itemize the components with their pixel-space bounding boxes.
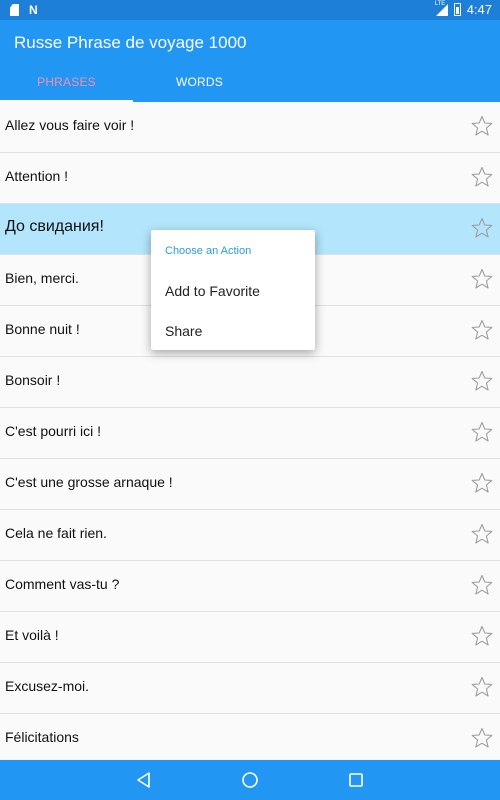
phrase-row[interactable]: Et voilà ! xyxy=(0,612,500,663)
phrase-text: C'est pourri ici ! xyxy=(5,423,102,439)
network-type-label: LTE xyxy=(434,0,446,7)
phrase-row[interactable]: Excusez-moi. xyxy=(0,663,500,714)
context-menu-title: Choose an Action xyxy=(165,245,252,257)
n-notification-icon: N xyxy=(29,3,38,17)
phrase-row[interactable]: C'est une grosse arnaque ! xyxy=(0,459,500,510)
favorite-star-icon[interactable] xyxy=(470,267,494,291)
phrase-row[interactable]: Allez vous faire voir ! xyxy=(0,102,500,153)
phrase-text: До свидания! xyxy=(5,218,104,235)
favorite-star-icon[interactable] xyxy=(470,369,494,393)
tab-phrases[interactable]: PHRASES xyxy=(0,68,133,102)
favorite-star-icon[interactable] xyxy=(470,675,494,699)
share-menu-item[interactable]: Share xyxy=(151,313,315,349)
phrase-row[interactable]: C'est pourri ici ! xyxy=(0,408,500,459)
sd-card-icon xyxy=(10,4,19,16)
signal-icon: LTE xyxy=(434,0,448,16)
phrase-text: Allez vous faire voir ! xyxy=(5,117,135,133)
phrase-row[interactable]: Félicitations xyxy=(0,714,500,765)
app-title: Russe Phrase de voyage 1000 xyxy=(14,33,247,52)
phrase-text: Bonne nuit ! xyxy=(5,321,80,337)
phrase-text: Félicitations xyxy=(5,729,79,745)
favorite-star-icon[interactable] xyxy=(470,420,494,444)
phrase-text: Attention ! xyxy=(5,168,69,184)
favorite-star-icon[interactable] xyxy=(470,624,494,648)
tab-bar: PHRASES WORDS xyxy=(0,68,500,102)
back-icon[interactable] xyxy=(134,770,154,790)
favorite-star-icon[interactable] xyxy=(470,216,494,240)
phrase-row[interactable]: Bonsoir ! xyxy=(0,357,500,408)
battery-icon xyxy=(453,3,461,16)
favorite-star-icon[interactable] xyxy=(470,165,494,189)
favorite-star-icon[interactable] xyxy=(470,522,494,546)
favorite-star-icon[interactable] xyxy=(470,318,494,342)
navigation-bar xyxy=(0,760,500,800)
phrase-text: Excusez-moi. xyxy=(5,678,90,694)
phrase-row[interactable]: Attention ! xyxy=(0,153,500,204)
phrase-text: Et voilà ! xyxy=(5,627,59,643)
phrase-row[interactable]: Cela ne fait rien. xyxy=(0,510,500,561)
tab-words[interactable]: WORDS xyxy=(133,68,266,102)
phrase-text: C'est une grosse arnaque ! xyxy=(5,474,173,490)
favorite-star-icon[interactable] xyxy=(470,114,494,138)
clock: 4:47 xyxy=(466,2,492,17)
recents-icon[interactable] xyxy=(346,770,366,790)
phrase-text: Cela ne fait rien. xyxy=(5,525,107,541)
phrase-row[interactable]: Comment vas-tu ? xyxy=(0,561,500,612)
phrase-text: Bonsoir ! xyxy=(5,372,61,388)
favorite-star-icon[interactable] xyxy=(470,471,494,495)
favorite-star-icon[interactable] xyxy=(470,726,494,750)
home-icon[interactable] xyxy=(240,770,260,790)
add-to-favorite-menu-item[interactable]: Add to Favorite xyxy=(151,273,315,309)
status-bar: N LTE 4:47 xyxy=(0,0,500,20)
context-menu: Choose an Action Add to Favorite Share xyxy=(151,230,315,350)
app-bar: Russe Phrase de voyage 1000 PHRASES WORD… xyxy=(0,20,500,102)
phrase-list: Allez vous faire voir ! Attention ! До сви… xyxy=(0,102,500,765)
phrase-text: Bien, merci. xyxy=(5,270,79,286)
phrase-text: Comment vas-tu ? xyxy=(5,576,120,592)
favorite-star-icon[interactable] xyxy=(470,573,494,597)
